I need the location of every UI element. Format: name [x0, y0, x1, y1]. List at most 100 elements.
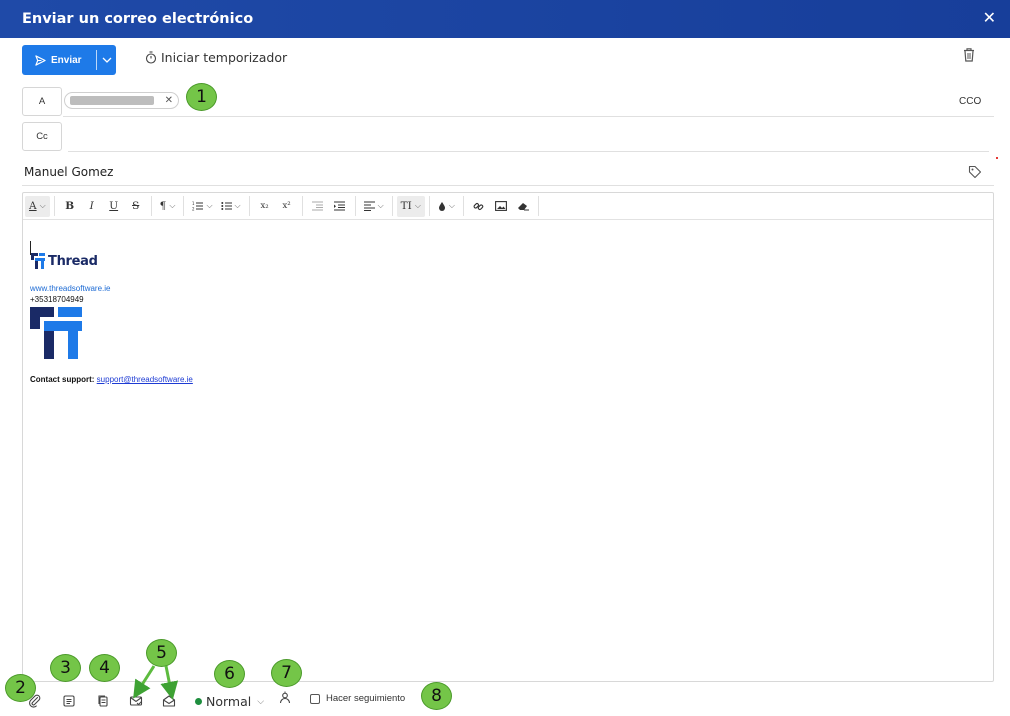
- italic-button[interactable]: I: [81, 196, 103, 217]
- underline-button[interactable]: U: [103, 196, 125, 217]
- superscript-icon: x²: [282, 201, 291, 211]
- superscript-button[interactable]: x²: [276, 196, 298, 217]
- bold-icon: B: [65, 200, 75, 212]
- unordered-list-button[interactable]: ⌵: [217, 196, 245, 217]
- chevron-down-icon: [102, 57, 111, 63]
- support-email-link[interactable]: support@threadsoftware.ie: [97, 375, 193, 384]
- priority-value: Normal: [206, 694, 252, 709]
- website-link[interactable]: www.threadsoftware.ie: [30, 284, 110, 293]
- text-color-icon: A: [29, 200, 37, 212]
- chevron-down-icon: ⌵: [448, 201, 455, 210]
- annotation-badge: 2: [5, 674, 36, 702]
- chevron-down-icon: ⌵: [257, 696, 265, 707]
- send-button[interactable]: Enviar: [22, 45, 96, 75]
- fill-color-icon: [438, 202, 445, 211]
- text-color-button[interactable]: A ⌵: [25, 195, 50, 217]
- toolbar-separator: [53, 196, 55, 216]
- font-size-icon: TI: [400, 200, 412, 212]
- follow-up-option[interactable]: Hacer seguimiento: [310, 693, 405, 704]
- delivery-receipt-icon[interactable]: [162, 694, 176, 708]
- link-button[interactable]: [468, 196, 490, 217]
- priority-status-dot: [195, 698, 202, 705]
- subject-divider: [22, 185, 994, 186]
- link-icon: [474, 202, 484, 210]
- font-size-button[interactable]: TI ⌵: [396, 195, 425, 217]
- toolbar-separator: [248, 196, 250, 216]
- ordered-list-button[interactable]: 1 2 ⌵: [188, 196, 216, 217]
- bold-button[interactable]: B: [59, 196, 81, 217]
- subscript-button[interactable]: x₂: [254, 196, 276, 217]
- editor-content[interactable]: Thread www.threadsoftware.ie +3531870494…: [23, 221, 993, 681]
- start-timer-label: Iniciar temporizador: [161, 50, 288, 65]
- chevron-down-icon: ⌵: [234, 201, 241, 210]
- italic-icon: I: [89, 200, 94, 212]
- toolbar-separator: [428, 196, 430, 216]
- copy-document-icon[interactable]: [96, 694, 110, 708]
- message-editor: A ⌵ B I U S ¶ ⌵ 1 2 ⌵ ⌵ x₂ x² ⌵ TI ⌵ ⌵ T…: [22, 192, 994, 682]
- support-line: Contact support: support@threadsoftware.…: [30, 375, 193, 384]
- stopwatch-icon: [145, 51, 157, 64]
- strikethrough-icon: S: [132, 200, 140, 212]
- align-button[interactable]: ⌵: [360, 196, 388, 217]
- close-icon[interactable]: ✕: [983, 11, 996, 27]
- outdent-icon: [312, 201, 324, 211]
- bcc-toggle[interactable]: CCO: [959, 96, 981, 107]
- template-icon[interactable]: [62, 694, 76, 708]
- eraser-icon: [517, 203, 529, 211]
- unordered-list-icon: [220, 202, 232, 210]
- remove-recipient-icon[interactable]: ✕: [165, 95, 173, 106]
- image-button[interactable]: [490, 196, 512, 217]
- toolbar-separator: [301, 196, 303, 216]
- eraser-button[interactable]: [512, 196, 534, 217]
- send-label: Enviar: [51, 54, 82, 66]
- required-indicator: [996, 157, 998, 159]
- assign-user-icon[interactable]: [278, 691, 292, 705]
- trash-icon[interactable]: [962, 47, 976, 63]
- paragraph-button[interactable]: ¶ ⌵: [156, 196, 180, 217]
- to-divider: [63, 116, 994, 117]
- start-timer-button[interactable]: Iniciar temporizador: [145, 50, 287, 65]
- toolbar-separator: [183, 196, 185, 216]
- chevron-down-icon: ⌵: [206, 201, 213, 210]
- recipient-chip-redacted: [70, 96, 154, 105]
- subscript-icon: x₂: [260, 201, 269, 211]
- toolbar-separator: [462, 196, 464, 216]
- thread-logo-icon: [31, 253, 45, 269]
- paragraph-icon: ¶: [159, 200, 167, 212]
- align-icon: [363, 201, 375, 211]
- toolbar-separator: [150, 196, 152, 216]
- window-title: Enviar un correo electrónico: [22, 11, 254, 27]
- ordered-list-icon: 1 2: [192, 201, 204, 212]
- annotation-badge: 6: [214, 660, 245, 688]
- annotation-badge: 3: [50, 654, 81, 682]
- annotation-badge: 1: [186, 83, 217, 111]
- tag-icon[interactable]: [968, 165, 982, 179]
- send-icon: [35, 54, 46, 66]
- toolbar-separator: [537, 196, 539, 216]
- annotation-badge: 8: [421, 682, 452, 710]
- indent-button[interactable]: [329, 196, 351, 217]
- support-label: Contact support:: [30, 375, 95, 384]
- to-field-button[interactable]: A: [22, 87, 62, 116]
- phone-number: +35318704949: [30, 295, 84, 304]
- send-button-group: Enviar: [22, 45, 116, 75]
- read-receipt-icon[interactable]: [129, 694, 143, 708]
- svg-text:2: 2: [192, 207, 195, 212]
- cc-field-button[interactable]: Cc: [22, 122, 62, 151]
- svg-text:1: 1: [192, 201, 195, 206]
- strikethrough-button[interactable]: S: [125, 196, 147, 217]
- recipient-chip[interactable]: ✕: [64, 92, 179, 109]
- follow-up-label: Hacer seguimiento: [326, 693, 406, 704]
- follow-up-checkbox[interactable]: [310, 693, 320, 704]
- send-options-dropdown[interactable]: [97, 45, 116, 75]
- priority-selector[interactable]: Normal ⌵: [195, 694, 264, 709]
- title-bar: Enviar un correo electrónico ✕: [0, 0, 1010, 38]
- indent-icon: [334, 201, 346, 211]
- underline-icon: U: [109, 200, 119, 212]
- image-icon: [495, 201, 507, 211]
- signature-logo-text: Thread: [48, 253, 98, 269]
- fill-color-button[interactable]: ⌵: [434, 196, 459, 217]
- subject-field[interactable]: Manuel Gomez: [24, 165, 113, 179]
- outdent-button[interactable]: [307, 196, 329, 217]
- chevron-down-icon: ⌵: [39, 201, 46, 210]
